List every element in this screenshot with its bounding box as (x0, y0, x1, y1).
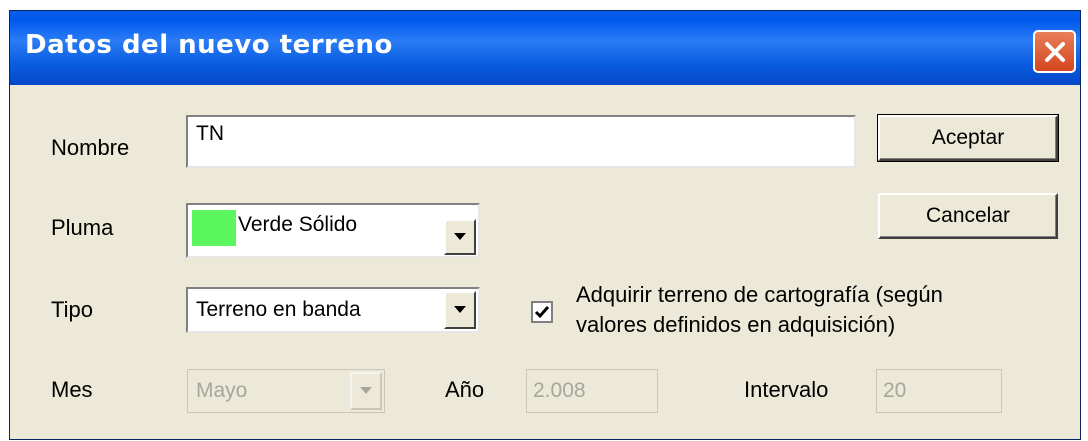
chevron-down-icon (454, 233, 466, 240)
chevron-down-icon (360, 387, 372, 394)
pluma-dropdown-button[interactable] (444, 219, 476, 255)
anio-label: Año (445, 377, 485, 402)
tipo-select[interactable]: Terreno en banda (186, 287, 480, 333)
mes-value: Mayo (196, 379, 248, 402)
pluma-value: Verde Sólido (238, 213, 358, 236)
acquire-terrain-label-line1: Adquirir terreno de cartografía (según (576, 282, 943, 307)
tipo-label: Tipo (51, 297, 93, 322)
nombre-value: TN (196, 122, 224, 145)
cancel-button-label: Cancelar (925, 204, 1011, 227)
pluma-label: Pluma (51, 215, 114, 240)
window-title: Datos del nuevo terreno (25, 30, 393, 60)
intervalo-label: Intervalo (744, 377, 829, 402)
acquire-terrain-checkbox[interactable] (531, 301, 553, 323)
pen-color-swatch (192, 210, 236, 246)
anio-value: 2.008 (533, 379, 586, 402)
mes-dropdown-button[interactable] (350, 372, 382, 410)
check-icon (534, 306, 550, 319)
mes-select[interactable]: Mayo (187, 369, 385, 413)
title-bar[interactable]: Datos del nuevo terreno (10, 11, 1080, 85)
cancel-button[interactable]: Cancelar (878, 193, 1058, 239)
tipo-value: Terreno en banda (196, 298, 361, 321)
nombre-label: Nombre (51, 135, 130, 160)
intervalo-field[interactable]: 20 (876, 369, 1002, 413)
accept-button-label: Aceptar (931, 126, 1005, 149)
accept-button[interactable]: Aceptar (877, 114, 1059, 162)
tipo-dropdown-button[interactable] (444, 291, 476, 329)
pluma-select[interactable]: Verde Sólido (186, 203, 480, 258)
nombre-field[interactable]: TN (186, 115, 856, 168)
acquire-terrain-label-line2: valores definidos en adquisición) (576, 312, 896, 337)
anio-field[interactable]: 2.008 (526, 369, 658, 413)
mes-label: Mes (51, 377, 93, 402)
chevron-down-icon (454, 306, 466, 313)
intervalo-value: 20 (883, 379, 907, 402)
close-icon (1044, 41, 1065, 62)
dialog-window: Datos del nuevo terreno Nombre TN Acepta… (9, 10, 1081, 440)
close-button[interactable] (1033, 30, 1076, 73)
